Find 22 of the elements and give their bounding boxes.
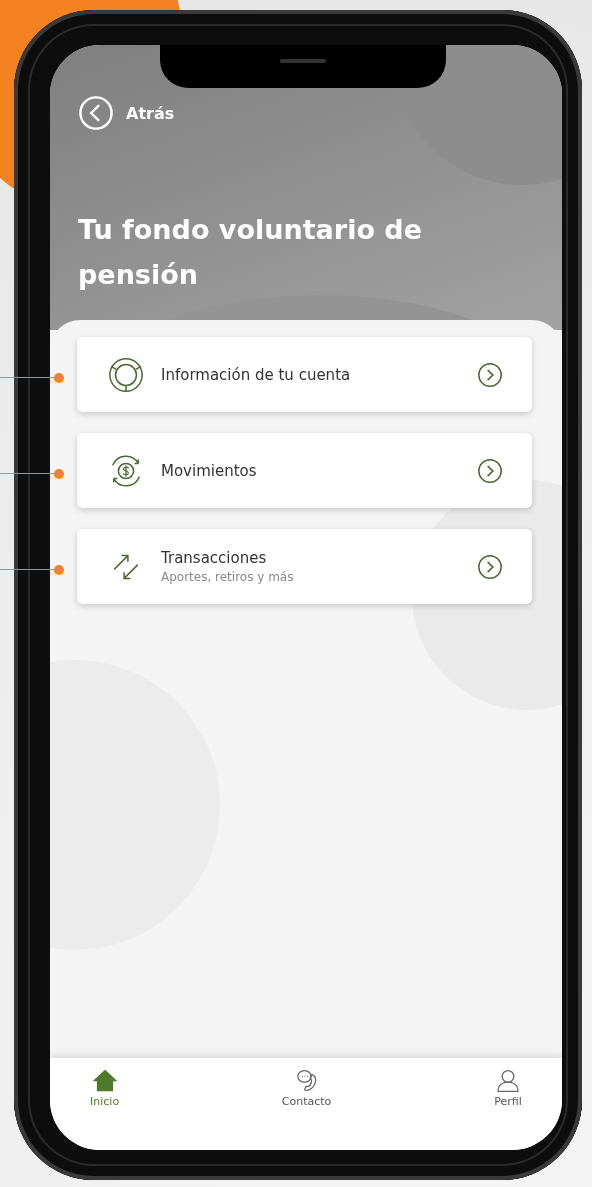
chevron-left-icon	[78, 95, 114, 131]
chevron-right-icon	[476, 360, 504, 389]
menu-subtitle: Aportes, retiros y más	[161, 570, 295, 584]
page-title: Tu fondo voluntario de pensión	[78, 213, 423, 292]
menu-card[interactable]: Movimientos	[77, 433, 532, 508]
person-icon	[494, 1068, 522, 1093]
leader-line	[0, 469, 64, 479]
ring-chart-icon	[107, 355, 145, 394]
menu-card[interactable]: Transacciones Aportes, retiros y más	[77, 529, 532, 604]
chevron-right-icon	[476, 552, 504, 581]
menu-label: Información de tu cuenta	[161, 365, 352, 384]
menu-card[interactable]: Información de tu cuenta	[77, 337, 532, 412]
leader-line	[0, 373, 64, 383]
chevron-right-icon	[476, 456, 504, 485]
menu-label: Transacciones	[161, 549, 268, 567]
leader-line	[0, 565, 64, 575]
menu-label: Movimientos	[161, 461, 258, 480]
nav-tab[interactable]: Perfil	[484, 1062, 532, 1114]
nav-tab[interactable]: Contacto	[271, 1062, 342, 1114]
back-button[interactable]: Atrás	[78, 95, 175, 131]
nav-tab[interactable]: Inicio	[80, 1062, 130, 1114]
home-icon	[90, 1068, 119, 1093]
